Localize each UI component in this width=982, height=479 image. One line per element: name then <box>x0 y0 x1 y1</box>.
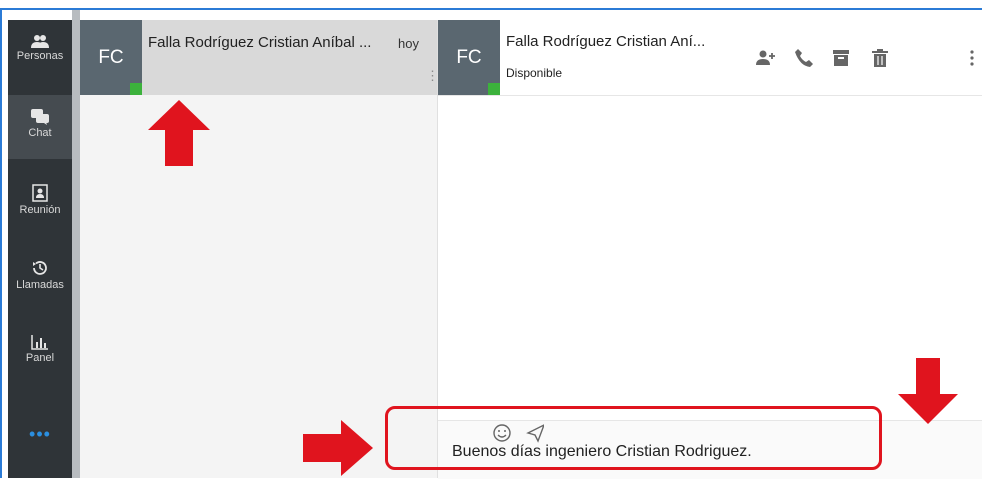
sidebar-item-personas[interactable]: Personas <box>8 20 72 84</box>
window-border-top <box>0 8 982 10</box>
presence-indicator <box>488 83 500 95</box>
chat-header: FC Falla Rodríguez Cristian Aní... Dispo… <box>438 20 982 96</box>
window-border-left <box>0 8 2 478</box>
chat-contact-name: Falla Rodríguez Cristian Aní... <box>506 33 706 50</box>
sidebar-item-label: Llamadas <box>16 279 64 291</box>
phone-icon[interactable] <box>794 48 814 68</box>
arrow-up-annotation <box>148 100 210 166</box>
sidebar-item-label: Chat <box>28 127 52 139</box>
more-options-button[interactable]: ••• <box>8 424 72 445</box>
sidebar-item-panel[interactable]: Panel <box>8 320 72 384</box>
sidebar-item-label: Panel <box>25 352 55 364</box>
avatar-initials: FC <box>98 46 124 68</box>
trash-icon[interactable] <box>870 48 890 68</box>
highlight-box-annotation <box>385 406 882 470</box>
avatar: FC <box>80 20 142 95</box>
conversation-item[interactable]: FC Falla Rodríguez Cristian Aníbal ... h… <box>80 20 439 95</box>
sidebar-item-llamadas[interactable]: Llamadas <box>8 245 72 309</box>
sidebar-divider <box>72 10 80 478</box>
sidebar-item-label: Reunión <box>19 204 61 216</box>
conversation-name: Falla Rodríguez Cristian Aníbal ... <box>148 34 372 51</box>
arrow-down-annotation <box>898 358 958 424</box>
sidebar-item-chat[interactable]: Chat <box>8 95 72 159</box>
meeting-icon <box>32 184 48 202</box>
app-window: Personas Chat Reunión Llamadas Panel •••… <box>0 0 982 479</box>
arrow-right-annotation <box>303 420 373 476</box>
history-icon <box>33 261 47 275</box>
sidebar-item-label: Personas <box>16 50 64 62</box>
chart-icon <box>31 335 48 350</box>
chat-icon <box>31 109 49 125</box>
sidebar: Personas Chat Reunión Llamadas Panel ••• <box>8 20 72 478</box>
conversation-time: hoy <box>398 36 419 51</box>
avatar: FC <box>438 20 500 95</box>
presence-indicator <box>130 83 142 95</box>
conversation-list: FC Falla Rodríguez Cristian Aníbal ... h… <box>80 20 439 478</box>
people-icon <box>31 35 49 48</box>
chat-contact-status: Disponible <box>506 66 563 80</box>
avatar-initials: FC <box>456 46 482 68</box>
more-vertical-icon[interactable] <box>962 48 982 68</box>
sidebar-item-reunion[interactable]: Reunión <box>8 170 72 234</box>
add-person-icon[interactable] <box>756 48 776 68</box>
archive-icon[interactable] <box>831 48 851 68</box>
